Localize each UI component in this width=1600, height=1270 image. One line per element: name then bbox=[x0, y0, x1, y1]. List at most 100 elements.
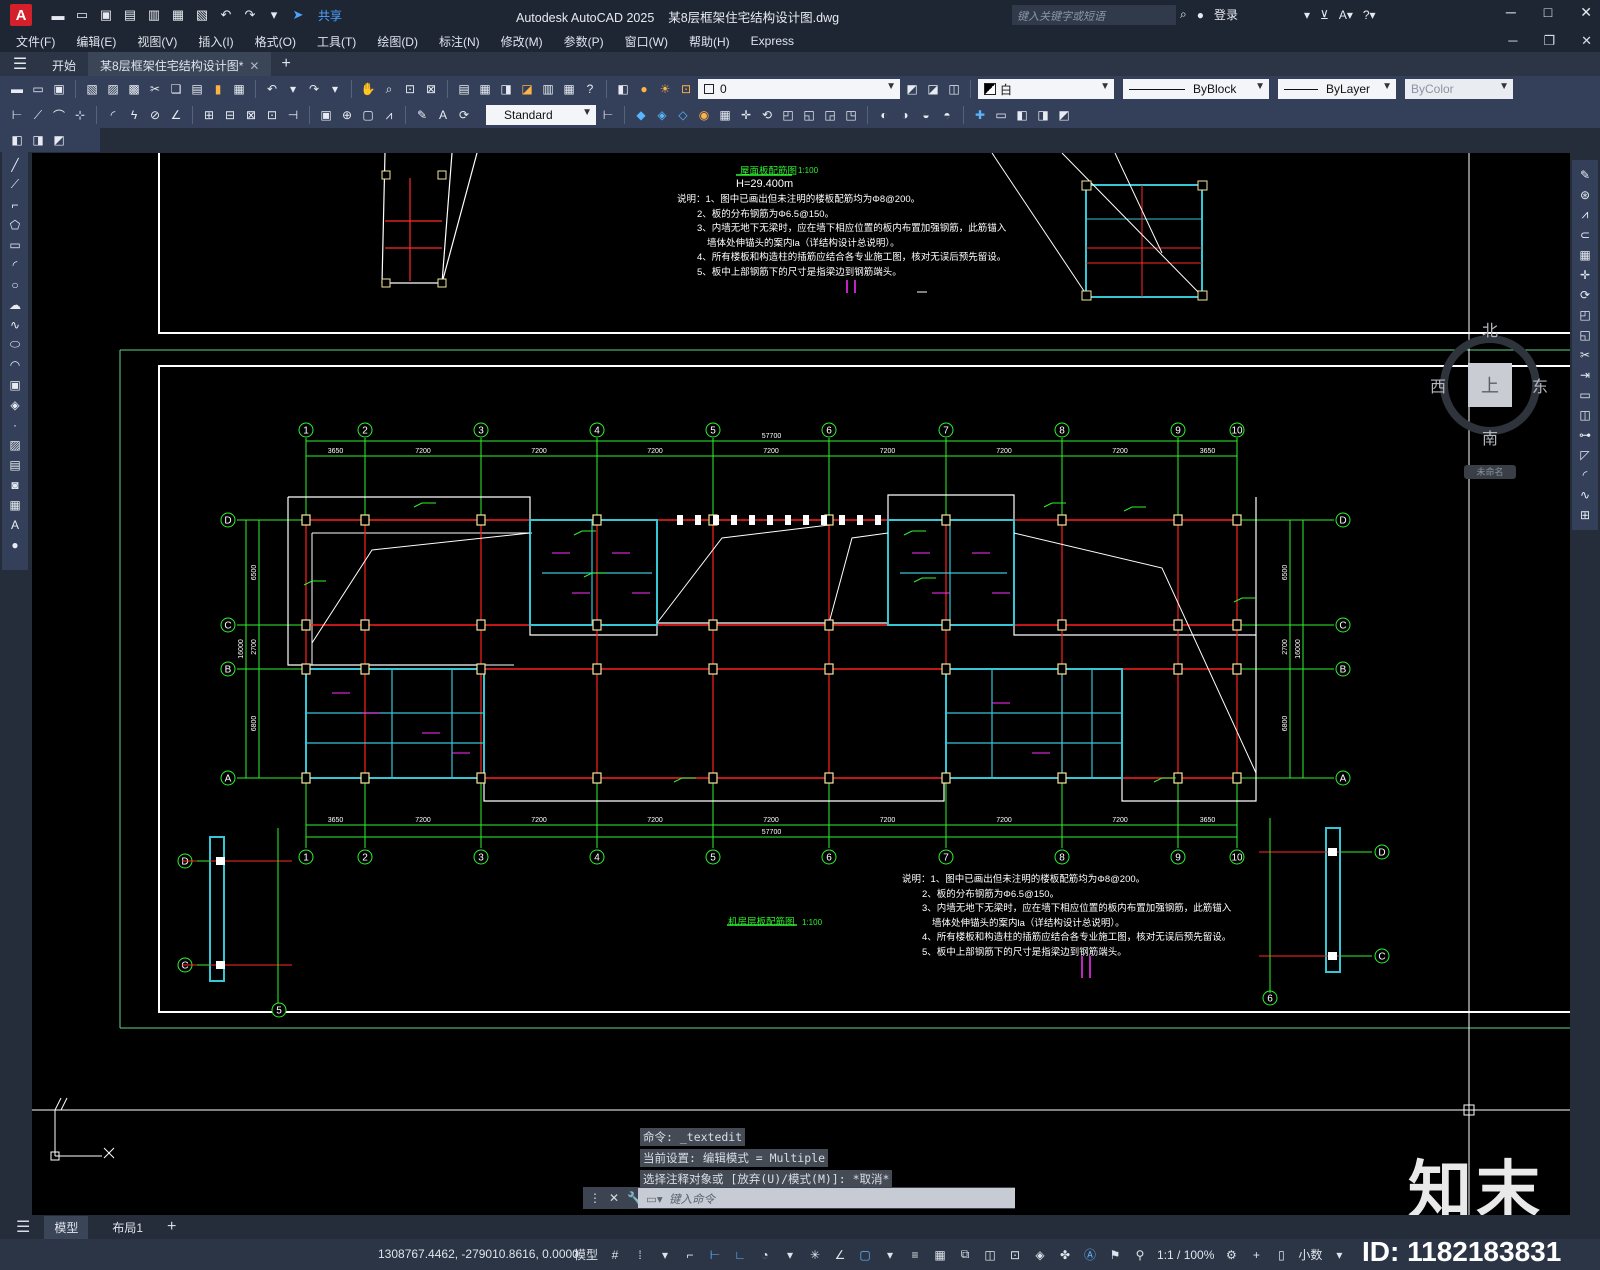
erase-icon[interactable]: ◆ bbox=[632, 106, 650, 124]
units-icon[interactable]: ▯ bbox=[1273, 1247, 1289, 1263]
polyline-icon[interactable]: ⌐ bbox=[6, 196, 24, 213]
save-icon[interactable]: ▣ bbox=[98, 7, 114, 23]
menu-format[interactable]: 格式(O) bbox=[255, 33, 296, 50]
fillet-icon[interactable]: ◜ bbox=[1576, 466, 1594, 483]
revcloud-icon[interactable]: ☁ bbox=[6, 296, 24, 313]
minimize-icon[interactable]: ─ bbox=[1506, 4, 1516, 21]
qnew-icon[interactable]: ▬ bbox=[8, 80, 26, 98]
array-icon[interactable]: ▦ bbox=[1576, 246, 1594, 263]
wcs-menu[interactable]: 未命名 bbox=[1464, 465, 1516, 479]
layer-state-icon[interactable]: ◩ bbox=[50, 131, 68, 149]
circle-icon[interactable]: ○ bbox=[6, 276, 24, 293]
undo-icon[interactable]: ↶ bbox=[218, 7, 234, 23]
tolerance-icon[interactable]: ▣ bbox=[317, 106, 335, 124]
command-input[interactable]: ▭▾ 键入命令 bbox=[638, 1188, 1015, 1208]
mirror-icon[interactable]: ⩘ bbox=[1576, 206, 1594, 223]
user-icon[interactable]: ● bbox=[1197, 8, 1204, 22]
erase-icon[interactable]: ✎ bbox=[1576, 166, 1594, 183]
tab-document[interactable]: 某8层框架住宅结构设计图* ✕ bbox=[88, 52, 272, 76]
dimstyle-select[interactable]: Standard ▼ bbox=[486, 105, 596, 125]
doc-minimize-icon[interactable]: ─ bbox=[1508, 33, 1517, 49]
chamfer-icon[interactable]: ◸ bbox=[1576, 446, 1594, 463]
dynamic-input-icon[interactable]: ⊢ bbox=[707, 1247, 723, 1263]
rotate-icon[interactable]: ⟳ bbox=[1576, 286, 1594, 303]
dim-linear-icon[interactable]: ⊢ bbox=[8, 106, 26, 124]
point-icon[interactable]: · bbox=[6, 416, 24, 433]
edit-polyline-icon[interactable]: ▭ bbox=[992, 106, 1010, 124]
explode-icon[interactable]: ⊞ bbox=[1576, 506, 1594, 523]
hatch-icon[interactable]: ▨ bbox=[6, 436, 24, 453]
auto-scale-icon[interactable]: ⚑ bbox=[1107, 1247, 1123, 1263]
zoom-window-icon[interactable]: ⊡ bbox=[401, 80, 419, 98]
rectangle-icon[interactable]: ▭ bbox=[6, 236, 24, 253]
dim-arc-icon[interactable]: ⌒ bbox=[50, 106, 68, 124]
dim-aligned-icon[interactable]: ⟋ bbox=[29, 106, 47, 124]
cad-drawing[interactable]: 1 1 2 2 3 3 4 4 5 5 6 6 7 7 8 8 9 9 10 10 D D C C B B A A 3650 7200 72… bbox=[32, 153, 1570, 1215]
copy-icon[interactable]: ❏ bbox=[167, 80, 185, 98]
model-space-toggle[interactable]: 模型 bbox=[574, 1246, 598, 1263]
matchprop-icon[interactable]: ▮ bbox=[209, 80, 227, 98]
dim-ordinate-icon[interactable]: ⊹ bbox=[71, 106, 89, 124]
dim-radius-icon[interactable]: ◜ bbox=[104, 106, 122, 124]
dim-break-icon[interactable]: ⊣ bbox=[284, 106, 302, 124]
help-icon[interactable]: ? bbox=[581, 80, 599, 98]
compass-east[interactable]: 东 bbox=[1532, 373, 1548, 397]
break-at-point-icon[interactable]: ▭ bbox=[1576, 386, 1594, 403]
polygon-icon[interactable]: ⬠ bbox=[6, 216, 24, 233]
edit-hatch-icon[interactable]: ◨ bbox=[1034, 106, 1052, 124]
layer-select[interactable]: 0 ▼ bbox=[698, 79, 900, 99]
otrack-icon[interactable]: ∠ bbox=[832, 1247, 848, 1263]
menu-draw[interactable]: 绘图(D) bbox=[377, 33, 418, 50]
dim-continue-icon[interactable]: ⊠ bbox=[242, 106, 260, 124]
inspect-icon[interactable]: ▢ bbox=[359, 106, 377, 124]
drawing-canvas[interactable]: 1 1 2 2 3 3 4 4 5 5 6 6 7 7 8 8 9 9 10 10 D D C C B B A A 3650 7200 72… bbox=[32, 153, 1570, 1215]
annotation-scale-icon[interactable]: ⚲ bbox=[1132, 1247, 1148, 1263]
redo-dropdown-icon[interactable]: ▾ bbox=[326, 80, 344, 98]
table-icon[interactable]: ▦ bbox=[6, 496, 24, 513]
linetype-select[interactable]: ByBlock ▼ bbox=[1123, 79, 1269, 99]
blend-icon[interactable]: ∿ bbox=[1576, 486, 1594, 503]
extend-icon[interactable]: ◳ bbox=[842, 106, 860, 124]
annotation-monitor-icon[interactable]: + bbox=[1248, 1247, 1264, 1263]
layer-freeze-icon[interactable]: ☀ bbox=[656, 80, 674, 98]
isodraft-icon[interactable]: ✳ bbox=[807, 1247, 823, 1263]
region-icon[interactable]: ◙ bbox=[6, 476, 24, 493]
sheet-set-icon[interactable]: ◪ bbox=[518, 80, 536, 98]
menu-file[interactable]: 文件(F) bbox=[16, 33, 55, 50]
block-editor-icon[interactable]: ▦ bbox=[230, 80, 248, 98]
viewcube[interactable]: 上 北 南 东 西 未命名 bbox=[1430, 323, 1548, 479]
redo-icon[interactable]: ↷ bbox=[242, 7, 258, 23]
multiline-text-icon[interactable]: A bbox=[6, 516, 24, 533]
break-icon[interactable]: ◐ bbox=[875, 106, 893, 124]
selection-filter-icon[interactable]: ◈ bbox=[1032, 1247, 1048, 1263]
help-icon[interactable]: ?▾ bbox=[1363, 8, 1376, 22]
compass-south[interactable]: 南 bbox=[1482, 425, 1498, 449]
copy-object-icon[interactable]: ◈ bbox=[653, 106, 671, 124]
insert-block-icon[interactable]: ▣ bbox=[6, 376, 24, 393]
dim-space-icon[interactable]: ⊡ bbox=[263, 106, 281, 124]
selection-cycling-icon[interactable]: ⧉ bbox=[957, 1247, 973, 1263]
move-icon[interactable]: ✛ bbox=[737, 106, 755, 124]
tab-layout1[interactable]: 布局1 bbox=[102, 1216, 153, 1239]
units-value[interactable]: 小数 bbox=[1298, 1246, 1322, 1263]
tool-palettes-icon[interactable]: ◨ bbox=[497, 80, 515, 98]
undo-icon[interactable]: ↶ bbox=[263, 80, 281, 98]
edit-spline-icon[interactable]: ◧ bbox=[1013, 106, 1031, 124]
transparency-icon[interactable]: ▦ bbox=[932, 1247, 948, 1263]
layer-isolate-icon[interactable]: ◨ bbox=[29, 131, 47, 149]
layer-properties-icon[interactable]: ◧ bbox=[614, 80, 632, 98]
menu-view[interactable]: 视图(V) bbox=[137, 33, 177, 50]
compass-west[interactable]: 西 bbox=[1430, 373, 1446, 397]
close-icon[interactable]: ✕ bbox=[1580, 4, 1592, 21]
maximize-icon[interactable]: □ bbox=[1544, 4, 1552, 21]
save-as-icon[interactable]: ▤ bbox=[122, 7, 138, 23]
explode-icon[interactable]: ✚ bbox=[971, 106, 989, 124]
menu-insert[interactable]: 插入(I) bbox=[198, 33, 233, 50]
dim-baseline-icon[interactable]: ⊟ bbox=[221, 106, 239, 124]
tab-start[interactable]: 开始 bbox=[40, 52, 88, 76]
dynamic-ucs-icon[interactable]: ⊡ bbox=[1007, 1247, 1023, 1263]
ellipse-arc-icon[interactable]: ◠ bbox=[6, 356, 24, 373]
add-layout-icon[interactable]: + bbox=[167, 1218, 176, 1236]
tab-model[interactable]: 模型 bbox=[44, 1215, 89, 1239]
color-select[interactable]: 白 ▼ bbox=[978, 79, 1114, 99]
